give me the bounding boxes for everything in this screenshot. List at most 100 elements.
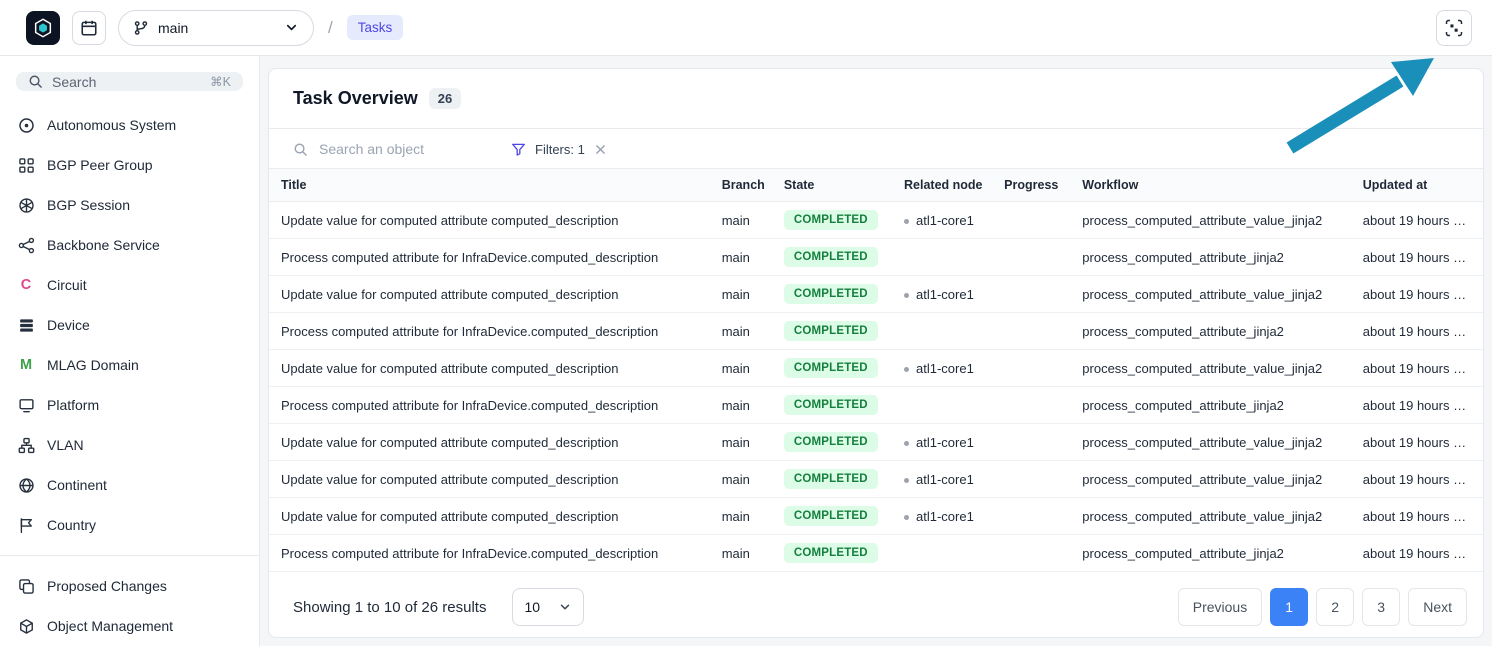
table-row[interactable]: Update value for computed attribute comp… (269, 498, 1483, 535)
cell-branch: main (710, 313, 772, 350)
column-header-updated-at: Updated at (1351, 169, 1483, 202)
cell-workflow: process_computed_attribute_value_jinja2 (1070, 424, 1350, 461)
node-dot-icon (904, 515, 909, 520)
autonomous-system-icon (17, 117, 35, 134)
sidebar-item-object-management[interactable]: Object Management (0, 606, 259, 646)
sidebar-item-autonomous-system[interactable]: Autonomous System (0, 105, 259, 145)
breadcrumb-tasks[interactable]: Tasks (347, 15, 404, 40)
circuit-letter-icon: C (17, 277, 35, 293)
table-row[interactable]: Update value for computed attribute comp… (269, 202, 1483, 239)
previous-page-button[interactable]: Previous (1178, 588, 1262, 626)
vlan-icon (17, 437, 35, 454)
node-dot-icon (904, 367, 909, 372)
cell-title: Update value for computed attribute comp… (269, 424, 710, 461)
related-node-name: atl1-core1 (916, 287, 974, 302)
table-row[interactable]: Process computed attribute for InfraDevi… (269, 535, 1483, 572)
sidebar-item-circuit[interactable]: C Circuit (0, 265, 259, 305)
cell-branch: main (710, 535, 772, 572)
cell-state: COMPLETED (772, 313, 892, 350)
cell-related-node: atl1-core1 (892, 202, 992, 239)
cell-progress (992, 387, 1070, 424)
cell-title: Process computed attribute for InfraDevi… (269, 313, 710, 350)
next-page-button[interactable]: Next (1408, 588, 1467, 626)
sidebar-item-device[interactable]: Device (0, 305, 259, 345)
sidebar-item-proposed-changes[interactable]: Proposed Changes (0, 566, 259, 606)
cell-workflow: process_computed_attribute_jinja2 (1070, 239, 1350, 276)
sidebar-item-continent[interactable]: Continent (0, 465, 259, 505)
breadcrumb-separator: / (328, 18, 333, 38)
sidebar: Search ⌘K Autonomous System BGP Peer Gro… (0, 56, 260, 646)
cell-progress (992, 313, 1070, 350)
card-footer: Showing 1 to 10 of 26 results 10 Previou… (269, 577, 1483, 637)
cell-branch: main (710, 387, 772, 424)
sidebar-item-backbone-service[interactable]: Backbone Service (0, 225, 259, 265)
cell-workflow: process_computed_attribute_jinja2 (1070, 387, 1350, 424)
state-badge: COMPLETED (784, 210, 878, 230)
cell-updated-at: about 19 hours ago (1351, 350, 1483, 387)
cell-updated-at: about 19 hours ago (1351, 387, 1483, 424)
sidebar-item-vlan[interactable]: VLAN (0, 425, 259, 465)
mlag-letter-icon: M (17, 357, 35, 373)
sidebar-item-country[interactable]: Country (0, 505, 259, 545)
sidebar-item-bgp-peer-group[interactable]: BGP Peer Group (0, 145, 259, 185)
filters-label: Filters: 1 (535, 142, 585, 157)
column-header-related-node: Related node (892, 169, 992, 202)
node-dot-icon (904, 219, 909, 224)
sidebar-item-label: Continent (47, 477, 107, 493)
page-button-1[interactable]: 1 (1270, 588, 1308, 626)
cell-progress (992, 424, 1070, 461)
sidebar-item-label: Device (47, 317, 90, 333)
branch-selector[interactable]: main (118, 10, 314, 46)
table-row[interactable]: Process computed attribute for InfraDevi… (269, 387, 1483, 424)
state-badge: COMPLETED (784, 321, 878, 341)
table-row[interactable]: Update value for computed attribute comp… (269, 350, 1483, 387)
calendar-button[interactable] (72, 11, 106, 45)
table-row[interactable]: Process computed attribute for InfraDevi… (269, 313, 1483, 350)
table-row[interactable]: Update value for computed attribute comp… (269, 424, 1483, 461)
table-row[interactable]: Process computed attribute for InfraDevi… (269, 239, 1483, 276)
cell-workflow: process_computed_attribute_value_jinja2 (1070, 350, 1350, 387)
state-badge: COMPLETED (784, 247, 878, 267)
app-logo[interactable] (26, 11, 60, 45)
cell-state: COMPLETED (772, 239, 892, 276)
cell-branch: main (710, 202, 772, 239)
related-node-name: atl1-core1 (916, 472, 974, 487)
platform-icon (17, 397, 35, 414)
main-content: Task Overview 26 (260, 56, 1492, 646)
sidebar-item-mlag-domain[interactable]: M MLAG Domain (0, 345, 259, 385)
cell-progress (992, 461, 1070, 498)
cell-branch: main (710, 424, 772, 461)
cell-related-node (892, 387, 992, 424)
cell-title: Update value for computed attribute comp… (269, 350, 710, 387)
top-bar-left: main / Tasks (26, 10, 403, 46)
cell-workflow: process_computed_attribute_value_jinja2 (1070, 202, 1350, 239)
cell-state: COMPLETED (772, 424, 892, 461)
object-search-input[interactable] (317, 140, 487, 158)
sidebar-search[interactable]: Search ⌘K (16, 72, 243, 91)
search-icon (28, 74, 43, 89)
table-header-row: TitleBranchStateRelated nodeProgressWork… (269, 169, 1483, 202)
column-header-state: State (772, 169, 892, 202)
filters-control[interactable]: Filters: 1 (511, 142, 607, 157)
table-row[interactable]: Update value for computed attribute comp… (269, 461, 1483, 498)
page-button-2[interactable]: 2 (1316, 588, 1354, 626)
bgp-session-icon (17, 197, 35, 214)
results-summary: Showing 1 to 10 of 26 results (293, 599, 486, 616)
sidebar-item-label: BGP Session (47, 197, 130, 213)
clear-filters-icon[interactable] (594, 143, 607, 156)
sidebar-item-platform[interactable]: Platform (0, 385, 259, 425)
cell-branch: main (710, 498, 772, 535)
scan-button[interactable] (1436, 10, 1472, 46)
cell-updated-at: about 19 hours ago (1351, 239, 1483, 276)
cell-title: Update value for computed attribute comp… (269, 276, 710, 313)
cell-state: COMPLETED (772, 498, 892, 535)
table-row[interactable]: Update value for computed attribute comp… (269, 276, 1483, 313)
state-badge: COMPLETED (784, 395, 878, 415)
page-size-select[interactable]: 10 (512, 588, 584, 626)
top-bar-right (1436, 10, 1472, 46)
sidebar-item-bgp-session[interactable]: BGP Session (0, 185, 259, 225)
page-button-3[interactable]: 3 (1362, 588, 1400, 626)
branch-name: main (158, 20, 188, 36)
state-badge: COMPLETED (784, 543, 878, 563)
scan-icon (1444, 18, 1464, 38)
